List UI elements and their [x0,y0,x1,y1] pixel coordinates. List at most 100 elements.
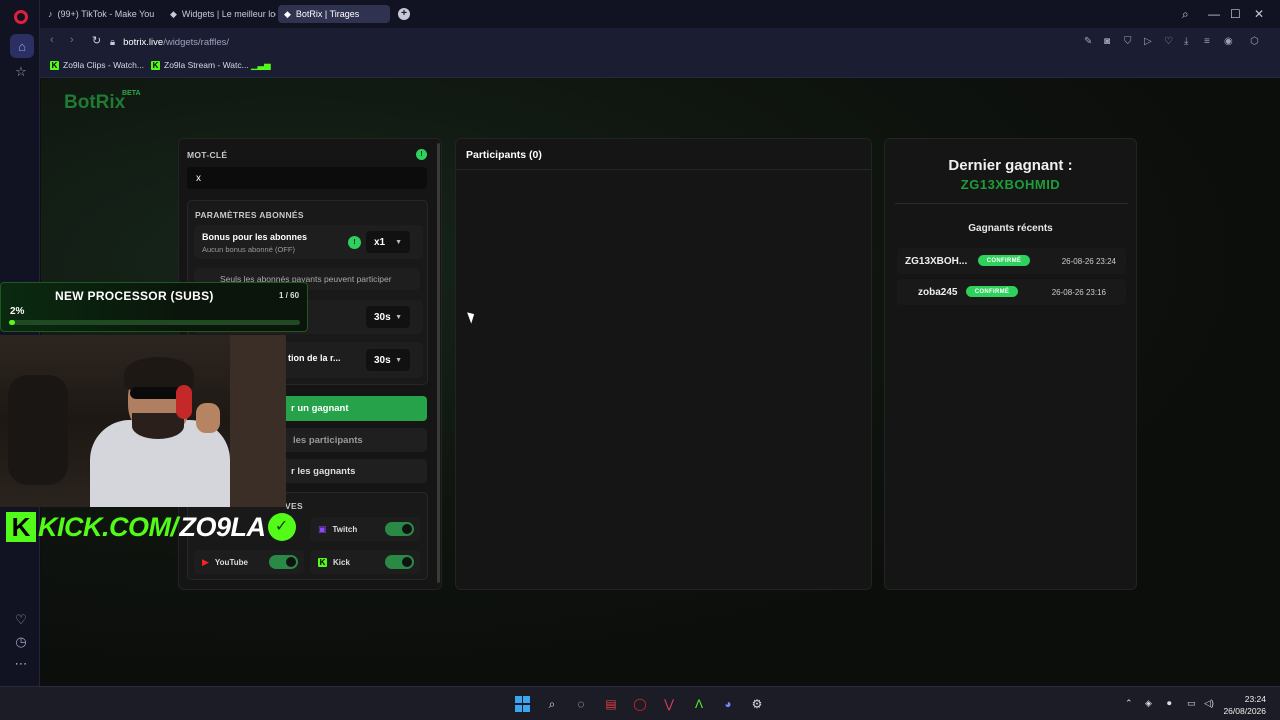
select-value: 30s [374,354,391,366]
subs-multiplier-select[interactable]: x1 ▼ [366,231,410,253]
panel-scrollbar[interactable] [437,143,440,583]
search-icon[interactable]: ⌕ [544,696,560,712]
platform-youtube: ▶ YouTube [194,550,304,574]
opera-icon[interactable]: ◯ [632,696,648,712]
botrix-icon: ◆ [170,8,177,19]
tray-icon[interactable]: ◈ [1145,698,1152,709]
timer-select[interactable]: 30s ▼ [366,306,410,328]
opera-logo-icon[interactable] [14,10,28,24]
sub-goal-widget: NEW PROCESSOR (SUBS) 1 / 60 2% [0,282,308,332]
more-icon[interactable]: ⋯ [11,654,31,674]
app-icon[interactable]: Λ [691,696,707,712]
select-value: x1 [374,236,386,248]
vivaldi-icon[interactable]: ⋁ [661,696,677,712]
divider [895,203,1128,204]
winner-name: ZG13XBOH... [905,256,968,267]
chevron-up-icon[interactable]: ⌃ [1125,698,1133,709]
goal-percent: 2% [10,306,25,317]
verified-icon: ✓ [267,513,296,541]
platform-kick: K Kick [310,550,420,574]
browser-icon[interactable]: ◌ [573,696,589,712]
tab-label: Widgets | Le meilleur logi [181,9,276,19]
bookmark-item[interactable]: K Zo9la Stream - Watc... [151,60,249,70]
kick-toggle[interactable] [385,555,414,569]
minimize-icon[interactable]: — [1208,7,1220,21]
participants-title: Participants (0) [466,149,542,161]
wall-shape [230,335,286,507]
goal-title: NEW PROCESSOR (SUBS) [55,289,214,303]
volume-icon[interactable]: ◁) [1204,698,1214,709]
platform-label: Twitch [332,524,358,534]
signal-icon[interactable]: ▁▃▅ [251,60,271,71]
clock-time: 23:24 [1244,694,1266,704]
kick-icon: K [151,60,160,70]
youtube-toggle[interactable] [269,555,298,569]
tab-widgets[interactable]: ◆ Widgets | Le meilleur logi [164,5,276,23]
twitch-toggle[interactable] [385,522,414,536]
display-icon[interactable]: ▭ [1187,698,1196,709]
play-icon[interactable]: ▷ [1144,36,1152,47]
platform-twitch: ▣ Twitch [310,517,420,541]
heart-icon[interactable]: ♡ [11,610,31,630]
url-field[interactable]: 🔒︎ botrix.live/widgets/raffles/ [110,34,1250,51]
select-value: 30s [374,311,391,323]
brand-logo[interactable]: BotRix BETA [64,90,141,114]
tab-botrix-tirages[interactable]: ◆ BotRix | Tirages [278,5,390,23]
tab-strip: ♪ (99+) TikTok - Make Your D ◆ Widgets |… [40,0,1280,28]
info-icon[interactable]: ! [416,149,427,160]
menu-icon[interactable]: ≡ [1204,36,1210,47]
chevron-down-icon: ▼ [395,238,402,246]
list-item[interactable]: ZG13XBOH... CONFIRMÉ 26-08-26 23:24 [897,248,1126,274]
chevron-down-icon: ▼ [395,313,402,321]
goal-progress-bar [9,320,300,325]
winner-date: 26-08-26 23:24 [1061,257,1116,266]
list-item[interactable]: zoba245 CONFIRMÉ 26-08-26 23:16 [897,279,1126,305]
kick-icon: K [50,60,59,70]
keyword-input[interactable]: x [187,167,427,189]
tab-tiktok[interactable]: ♪ (99+) TikTok - Make Your D [42,5,154,23]
app-icon[interactable]: ▤ [603,696,619,712]
discord-icon[interactable]: ◕ [720,696,736,712]
url-host: botrix.live [123,37,164,48]
workspace-icon[interactable]: ☆ [11,62,31,82]
lock-icon: 🔒︎ [110,37,116,48]
shield-icon[interactable]: ⛉ [1124,36,1132,47]
last-winner-title: Dernier gagnant : [948,157,1073,174]
windows-start-icon[interactable] [515,696,531,712]
duration-label: tion de la r... [288,353,341,363]
microphone-icon[interactable]: ⏺ [1167,698,1172,709]
history-icon[interactable]: ◷ [11,632,31,652]
back-icon[interactable]: ‹ [50,34,54,46]
home-icon[interactable]: ⌂ [10,34,34,58]
kick-icon: K [318,557,327,567]
heart-icon[interactable]: ♡ [1164,36,1173,47]
info-icon[interactable]: ! [348,236,361,249]
close-icon[interactable]: ✕ [1254,7,1264,21]
extensions-icon[interactable]: ⬡ [1250,36,1259,47]
subs-section-title: PARAMÈTRES ABONNÉS [195,210,304,220]
sunglasses [130,387,182,399]
person-beard [132,413,184,439]
chair-shape [8,375,68,485]
duration-select[interactable]: 30s ▼ [366,349,410,371]
participants-panel: Participants (0) [455,138,872,590]
beta-badge: BETA [122,90,141,97]
platform-label: YouTube [214,557,248,567]
maximize-icon[interactable]: ☐ [1230,7,1241,21]
brand-name: BotRix [64,92,126,113]
profile-icon[interactable]: ◉ [1224,36,1233,47]
steam-icon[interactable]: ⚙ [749,696,765,712]
search-tabs-icon[interactable]: ⌕ [1182,7,1189,22]
forward-icon[interactable]: › [70,34,74,46]
new-tab-button[interactable]: + [398,8,410,20]
taskbar: ⌕ ◌ ▤ ◯ ⋁ Λ ◕ ⚙ ⌃ ◈ ⏺ ▭ ◁) 23:24 26/08/2… [0,686,1280,720]
edit-icon[interactable]: ✎ [1084,36,1092,47]
reload-icon[interactable]: ↻ [92,34,101,47]
download-icon[interactable]: ⤓ [1184,36,1188,47]
bookmark-label: Zo9la Clips - Watch... [63,60,144,70]
subs-bonus-title: Bonus pour les abonnes [202,232,308,242]
tab-label: (99+) TikTok - Make Your D [57,9,155,19]
camera-icon[interactable]: ◙ [1104,36,1110,47]
bookmark-item[interactable]: K Zo9la Clips - Watch... [50,60,144,70]
clock[interactable]: 23:24 26/08/2026 [1223,693,1266,717]
